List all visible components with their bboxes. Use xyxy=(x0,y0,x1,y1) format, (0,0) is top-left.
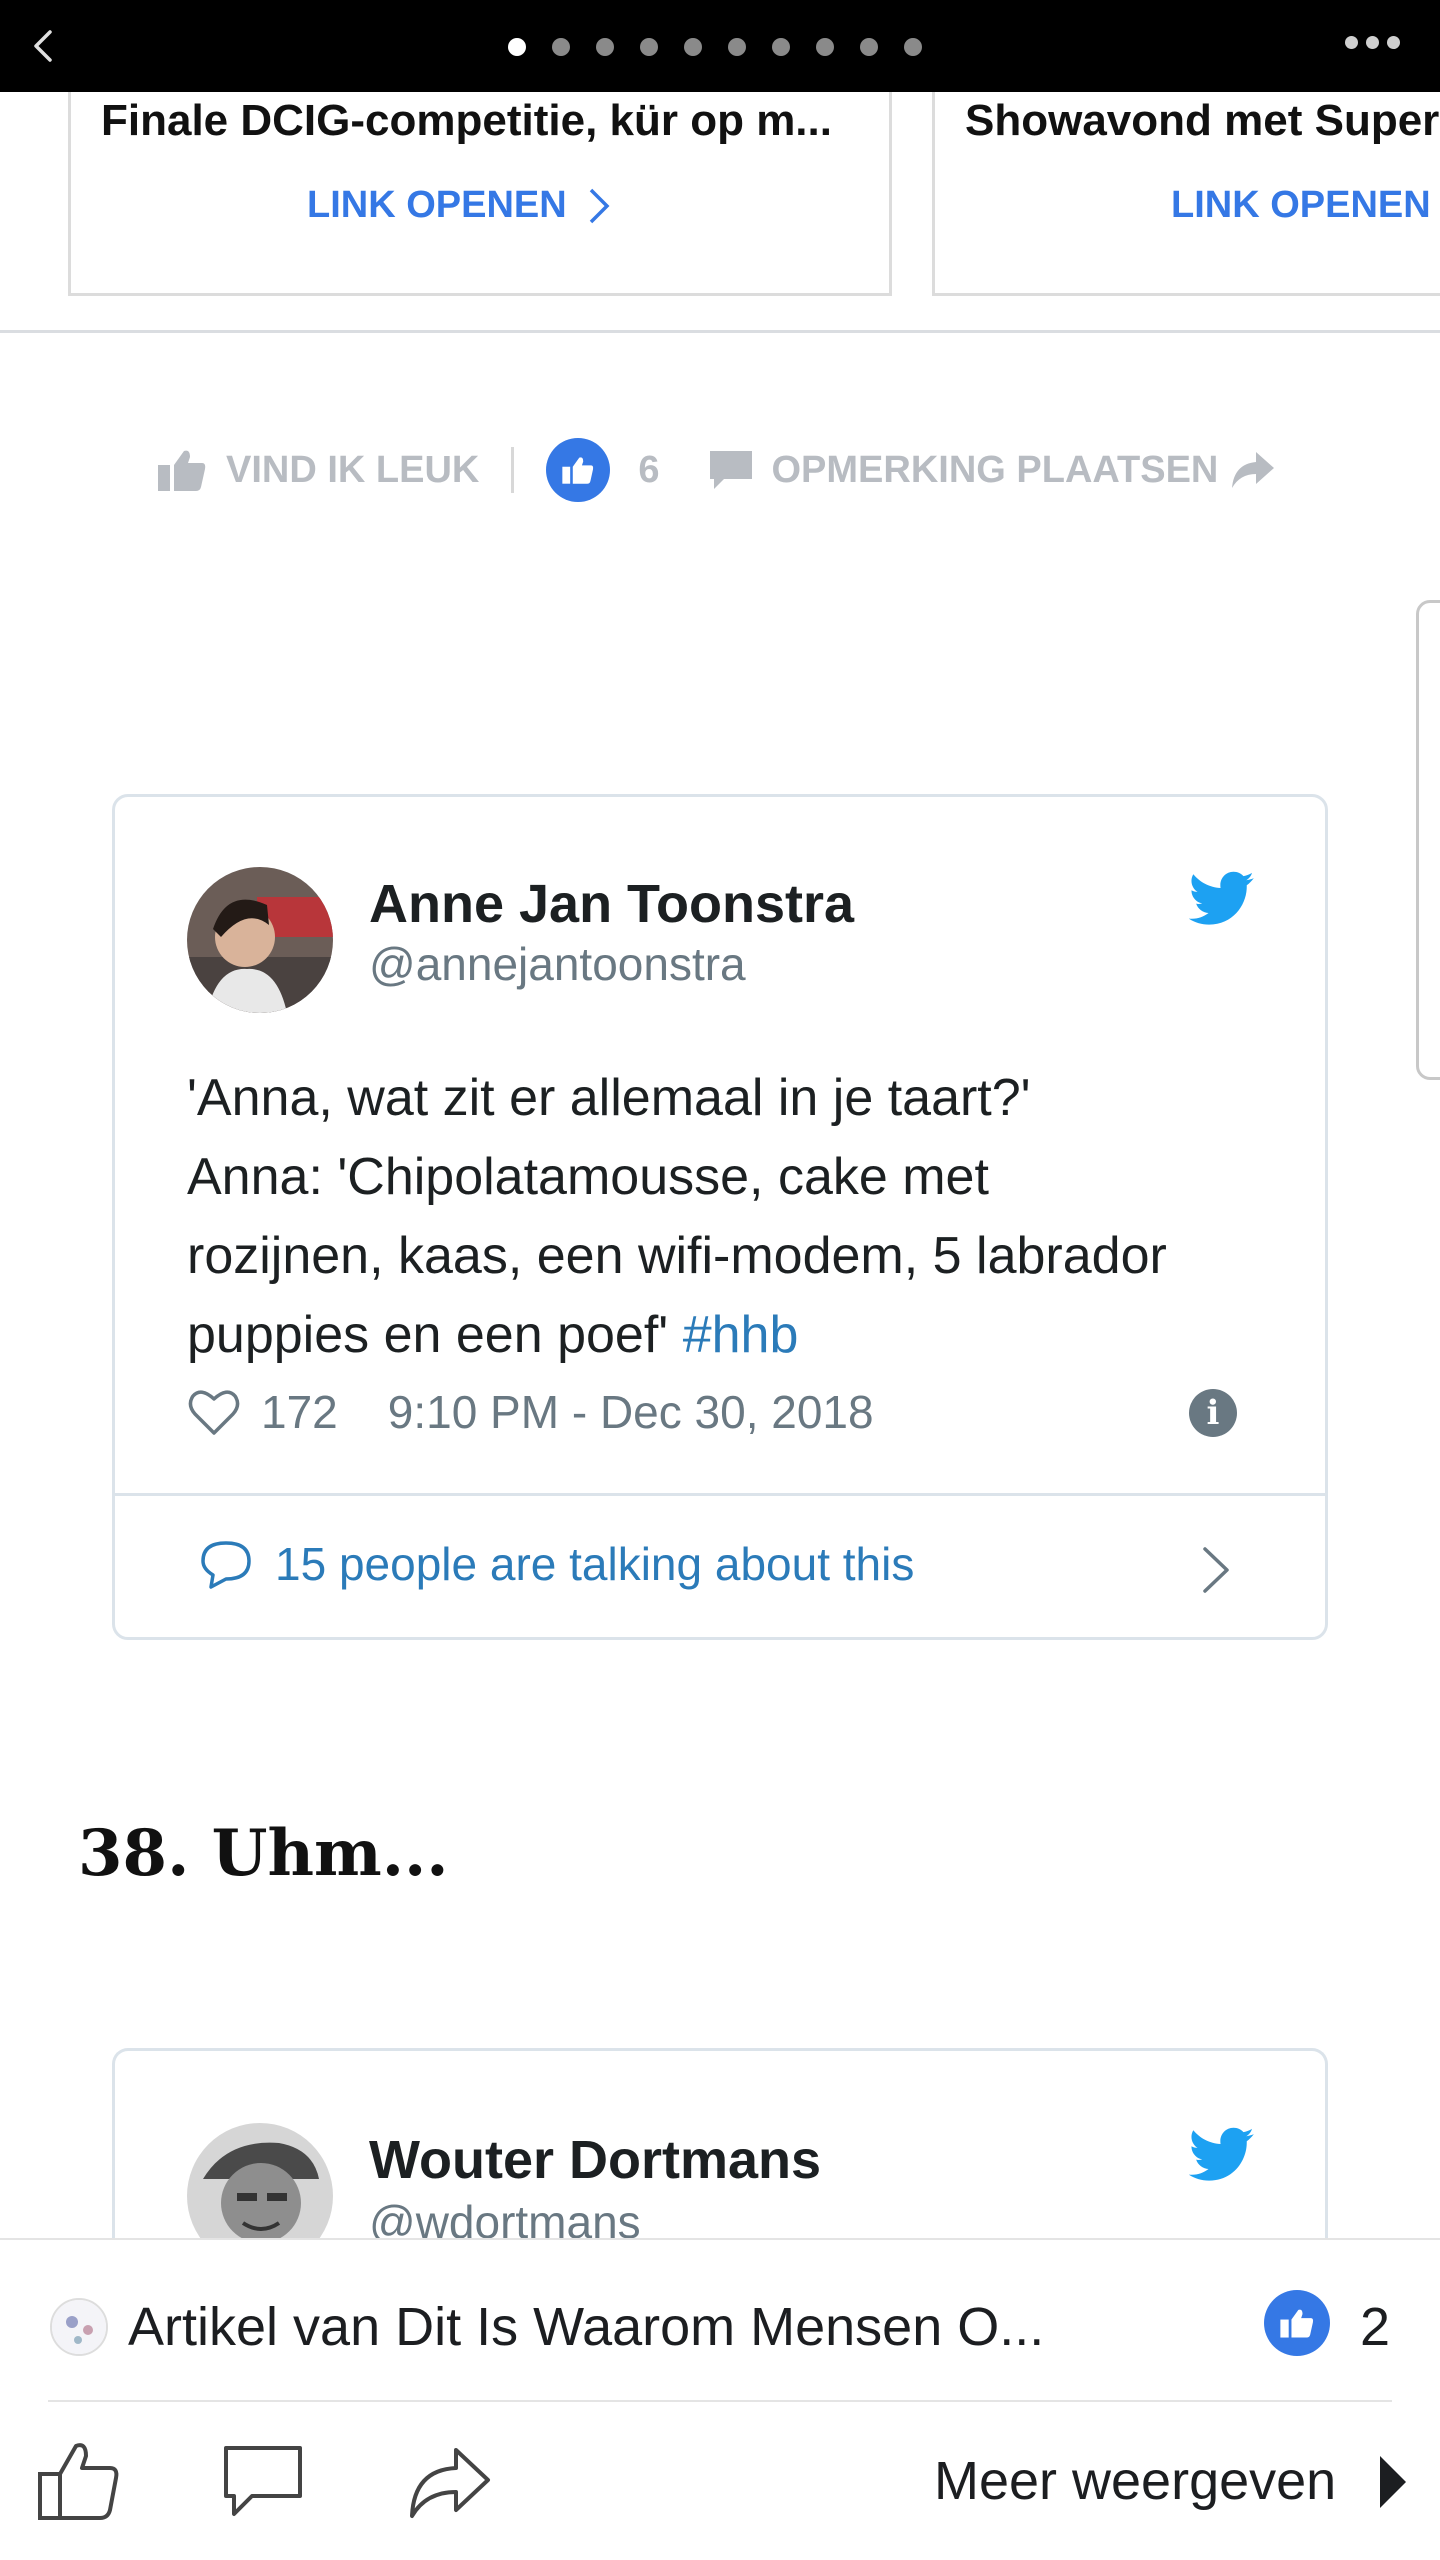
page-indicator xyxy=(508,38,922,56)
open-link-label: LINK OPENEN xyxy=(1171,184,1431,226)
open-link-label: LINK OPENEN xyxy=(307,184,567,226)
caret-right-icon[interactable] xyxy=(1378,2454,1408,2510)
page-dot[interactable] xyxy=(772,38,790,56)
comment-icon[interactable] xyxy=(218,2436,308,2526)
comment-button[interactable]: OPMERKING PLAATSEN xyxy=(772,449,1219,492)
chevron-left-icon[interactable] xyxy=(24,26,64,66)
page-dot[interactable] xyxy=(904,38,922,56)
tweet-timestamp[interactable]: 9:10 PM - Dec 30, 2018 xyxy=(388,1385,874,1439)
page-dot[interactable] xyxy=(552,38,570,56)
article-like-count[interactable]: 2 xyxy=(1360,2296,1390,2358)
tweet-embed[interactable]: Wouter Dortmans @wdortmans xyxy=(112,2048,1328,2238)
page-dot[interactable] xyxy=(508,38,526,56)
tweet-author-name[interactable]: Wouter Dortmans xyxy=(369,2129,821,2191)
info-icon[interactable]: i xyxy=(1189,1389,1237,1437)
like-count[interactable]: 6 xyxy=(638,449,659,492)
tweet-text-line: 'Anna, wat zit er allemaal in je taart?' xyxy=(187,1069,1031,1127)
thumbs-up-icon[interactable] xyxy=(156,447,208,493)
chevron-right-icon[interactable] xyxy=(1199,1545,1233,1595)
article-title[interactable]: Artikel van Dit Is Waarom Mensen O... xyxy=(128,2296,1044,2358)
tweet-author-handle[interactable]: @annejantoonstra xyxy=(369,937,746,991)
open-link-button[interactable]: LINK OPENEN xyxy=(1171,184,1431,227)
like-count-icon xyxy=(546,438,611,502)
tweet-text-line: puppies en een poef' #hhb xyxy=(187,1296,1267,1375)
page-dot[interactable] xyxy=(596,38,614,56)
twitter-bird-icon[interactable] xyxy=(1189,2127,1255,2183)
link-card[interactable]: Showavond met Super LINK OPENEN xyxy=(932,92,1440,296)
tweet-like-count[interactable]: 172 xyxy=(261,1385,338,1439)
speech-bubble-icon xyxy=(201,1541,251,1589)
chevron-right-icon xyxy=(589,188,610,223)
avatar[interactable] xyxy=(187,867,333,1013)
page-dot[interactable] xyxy=(684,38,702,56)
more-horizontal-icon[interactable] xyxy=(1345,36,1400,49)
link-card[interactable]: Finale DCIG-competitie, kür op m... LINK… xyxy=(68,92,892,296)
section-heading: 38. Uhm... xyxy=(78,1816,449,1891)
talking-link[interactable]: 15 people are talking about this xyxy=(199,1537,914,1591)
open-link-button[interactable]: LINK OPENEN xyxy=(307,184,611,227)
heart-icon[interactable] xyxy=(187,1387,241,1437)
publisher-icon xyxy=(50,2298,108,2356)
twitter-bird-icon[interactable] xyxy=(1189,871,1255,927)
talking-text: 15 people are talking about this xyxy=(275,1538,915,1590)
reactions-bar: VIND IK LEUK 6 OPMERKING PLAATSEN xyxy=(156,438,1276,502)
tweet-text-line: Anna: 'Chipolatamousse, cake met xyxy=(187,1148,989,1206)
share-icon[interactable] xyxy=(404,2436,494,2526)
page-dot[interactable] xyxy=(816,38,834,56)
side-scroll-handle[interactable] xyxy=(1416,600,1440,1080)
like-button[interactable]: VIND IK LEUK xyxy=(226,449,479,492)
page-dot[interactable] xyxy=(860,38,878,56)
share-arrow-icon[interactable] xyxy=(1228,450,1276,490)
avatar[interactable] xyxy=(187,2123,333,2238)
tweet-text: 'Anna, wat zit er allemaal in je taart?'… xyxy=(187,1059,1267,1375)
hashtag-link[interactable]: #hhb xyxy=(683,1306,799,1364)
separator xyxy=(511,447,515,493)
like-count-icon xyxy=(1264,2290,1330,2356)
comment-icon[interactable] xyxy=(708,449,754,491)
page-dot[interactable] xyxy=(640,38,658,56)
tweet-text-line-end: puppies en een poef' xyxy=(187,1306,669,1364)
tweet-text-line: rozijnen, kaas, een wifi-modem, 5 labrad… xyxy=(187,1227,1167,1285)
article-bottom-bar: Artikel van Dit Is Waarom Mensen O... 2 … xyxy=(0,2238,1440,2560)
show-more-button[interactable]: Meer weergeven xyxy=(934,2450,1336,2512)
link-card-title: Showavond met Super xyxy=(965,96,1440,145)
tweet-meta: 172 9:10 PM - Dec 30, 2018 i xyxy=(187,1377,1267,1447)
thumbs-up-icon[interactable] xyxy=(34,2436,124,2526)
page-dot[interactable] xyxy=(728,38,746,56)
tweet-author-name[interactable]: Anne Jan Toonstra xyxy=(369,873,854,935)
tweet-embed[interactable]: Anne Jan Toonstra @annejantoonstra 'Anna… xyxy=(112,794,1328,1640)
divider xyxy=(115,1493,1325,1496)
link-card-title: Finale DCIG-competitie, kür op m... xyxy=(101,96,832,145)
divider xyxy=(48,2400,1392,2402)
divider xyxy=(0,330,1440,333)
top-bar xyxy=(0,0,1440,92)
tweet-author-handle[interactable]: @wdortmans xyxy=(369,2195,641,2238)
